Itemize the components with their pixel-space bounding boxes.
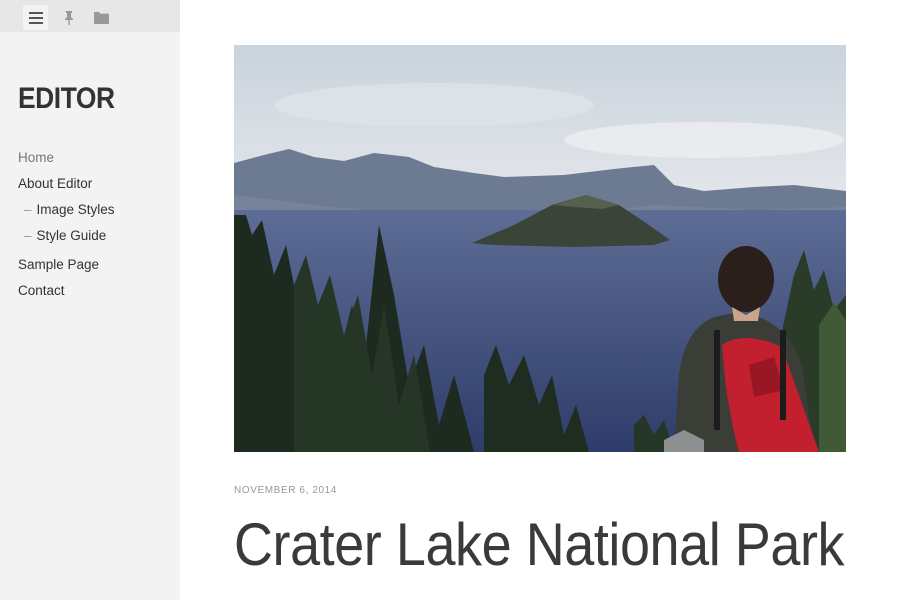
menu-item-home[interactable]: Home: [18, 150, 54, 165]
submenu-dash: –: [24, 228, 32, 243]
pin-icon: [64, 10, 73, 25]
sidebar: EDITOR Home About Editor – Image Styles –…: [0, 0, 180, 600]
menu-item-label: About Editor: [18, 176, 93, 191]
sidebar-tab-bar: [0, 0, 180, 32]
menu-item-label: Contact: [18, 283, 65, 298]
menu-item-sample-page[interactable]: Sample Page: [18, 257, 99, 272]
menu-item-style-guide[interactable]: – Style Guide: [24, 228, 106, 243]
menu-item-about-editor[interactable]: About Editor: [18, 176, 92, 191]
folder-tab-button[interactable]: [89, 5, 114, 30]
menu-item-label: Sample Page: [18, 257, 100, 272]
folder-icon: [94, 11, 109, 24]
post-title[interactable]: Crater Lake National Park: [234, 510, 844, 579]
menu-item-label: Style Guide: [36, 228, 107, 243]
post-date: NOVEMBER 6, 2014: [234, 485, 337, 496]
menu-icon: [28, 11, 43, 24]
featured-image[interactable]: [234, 45, 846, 452]
submenu-dash: –: [24, 202, 32, 217]
site-title[interactable]: EDITOR: [18, 82, 115, 116]
menu-item-image-styles[interactable]: – Image Styles: [24, 202, 115, 217]
menu-tab-button[interactable]: [23, 5, 48, 30]
menu-item-label: Home: [18, 150, 55, 165]
menu-item-contact[interactable]: Contact: [18, 283, 65, 298]
crater-lake-photo: [234, 45, 846, 452]
menu-item-label: Image Styles: [36, 202, 115, 217]
pin-tab-button[interactable]: [56, 5, 81, 30]
